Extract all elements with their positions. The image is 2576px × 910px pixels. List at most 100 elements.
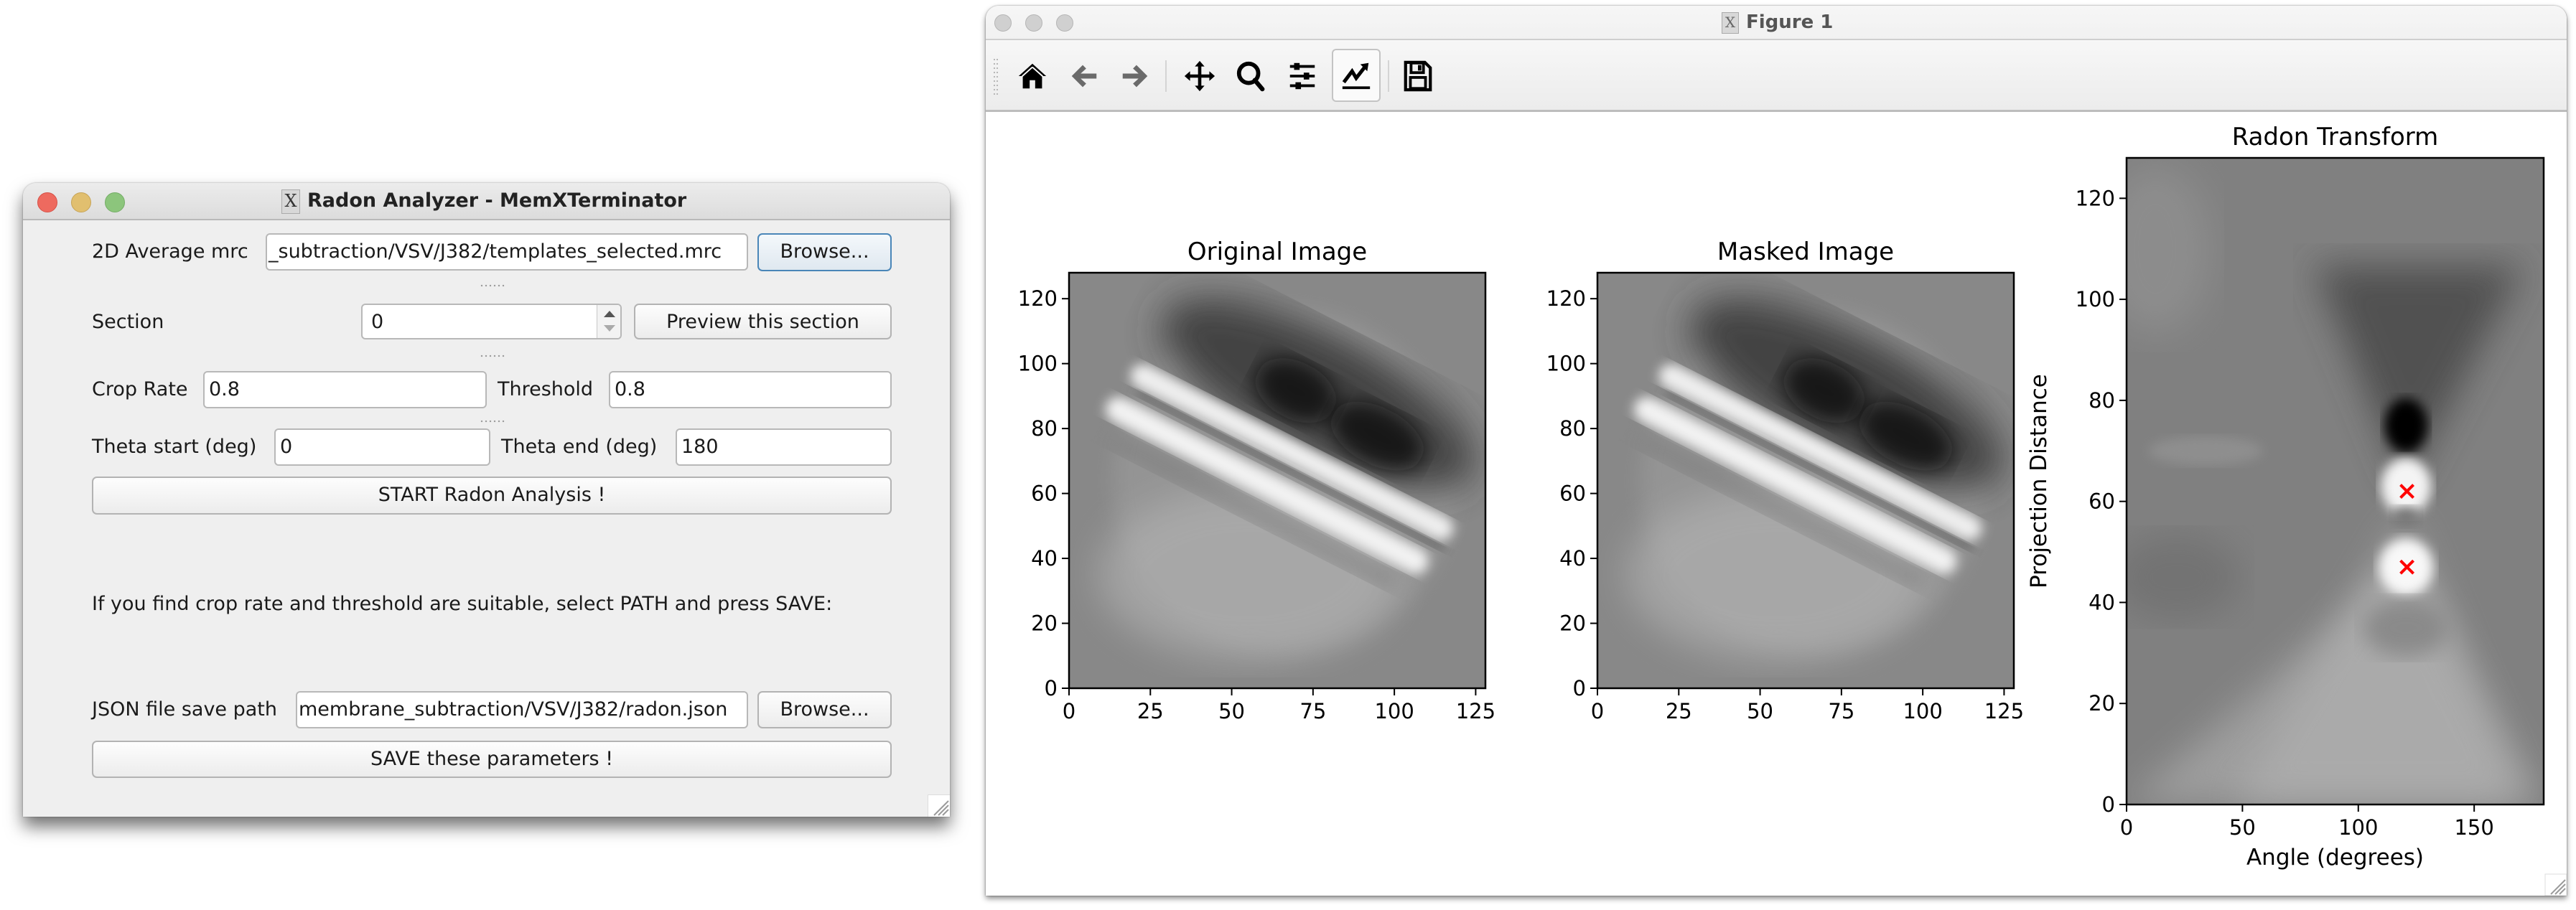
window-title-text: Radon Analyzer - MemXTerminator	[307, 189, 687, 212]
zoom-button[interactable]	[1056, 14, 1073, 32]
x-tick-label: 150	[2454, 815, 2493, 840]
close-button[interactable]	[37, 192, 57, 212]
crop-rate-input[interactable]: 0.8	[203, 371, 487, 408]
y-tick-label: 60	[1031, 482, 1058, 506]
x-tick-label: 0	[2120, 815, 2133, 840]
navigation-toolbar	[986, 40, 2567, 112]
splitter-handle[interactable]	[480, 284, 505, 287]
x11-app-icon: X	[281, 189, 300, 214]
theta-end-label: Theta end (deg)	[501, 436, 658, 458]
x-tick-label: 125	[1984, 699, 2024, 723]
axes-original-image[interactable]: Original Image 0 25 50 75 100 125 0 20 40 60 80 100 1…	[1018, 238, 1500, 723]
y-tick-label: 0	[1045, 676, 1058, 700]
resize-grip[interactable]	[928, 794, 950, 817]
x-tick-label: 50	[1747, 699, 1773, 723]
y-tick-label: 0	[2102, 792, 2115, 817]
spin-arrows[interactable]	[597, 305, 620, 338]
x-axis-label: Angle (degrees)	[2246, 845, 2424, 871]
figure-canvas[interactable]: Original Image 0 25 50 75 100 125 0 20 40 60 80 100 1…	[986, 112, 2567, 896]
chart-title: Radon Transform	[2232, 123, 2439, 151]
theta-start-input[interactable]: 0	[274, 428, 490, 466]
subplots-button[interactable]	[1284, 57, 1321, 95]
x-tick-label: 50	[1218, 699, 1245, 723]
x-tick-label: 100	[1903, 699, 1942, 723]
x-tick-label: 25	[1137, 699, 1164, 723]
image-data	[2127, 158, 2544, 805]
figure-title: X Figure 1	[1722, 6, 1833, 39]
preview-section-button[interactable]: Preview this section	[634, 304, 892, 339]
json-path-label: JSON file save path	[92, 698, 278, 721]
save-icon	[1404, 60, 1432, 92]
home-icon	[1018, 63, 1047, 89]
y-tick-label: 80	[1031, 416, 1058, 441]
y-tick-label: 20	[1559, 611, 1586, 636]
y-tick-label: 20	[1031, 611, 1058, 636]
y-tick-label: 80	[2089, 388, 2115, 413]
back-button[interactable]	[1065, 57, 1103, 95]
minimize-button[interactable]	[1025, 14, 1042, 32]
x-tick-label: 75	[1828, 699, 1854, 723]
start-radon-analysis-button[interactable]: START Radon Analysis !	[92, 477, 892, 515]
x-tick-label: 125	[1456, 699, 1495, 723]
spin-up-icon[interactable]	[604, 311, 615, 317]
x11-app-icon: X	[1722, 11, 1739, 34]
y-tick-label: 120	[1018, 286, 1058, 311]
theta-end-input[interactable]: 180	[676, 428, 892, 466]
json-path-input[interactable]: membrane_subtraction/VSV/J382/radon.json	[296, 691, 748, 728]
json-browse-button[interactable]: Browse...	[757, 691, 892, 728]
zoom-button[interactable]	[105, 192, 125, 212]
edit-curves-icon	[1342, 62, 1371, 90]
resize-grip[interactable]	[2544, 873, 2567, 896]
zoom-rect-button[interactable]	[1233, 57, 1270, 95]
edit-axes-button[interactable]	[1332, 49, 1381, 102]
y-tick-label: 120	[1546, 286, 1586, 311]
section-value: 0	[371, 311, 384, 333]
splitter-handle[interactable]	[480, 355, 505, 357]
threshold-label: Threshold	[498, 378, 594, 400]
mrc-label: 2D Average mrc	[92, 240, 248, 263]
y-tick-label: 40	[1559, 546, 1586, 571]
image-data	[1597, 261, 2028, 688]
threshold-input[interactable]: 0.8	[609, 371, 892, 408]
section-label: Section	[92, 311, 164, 333]
splitter-handle[interactable]	[480, 420, 505, 423]
radon-analyzer-window: X Radon Analyzer - MemXTerminator 2D Aver…	[23, 183, 950, 817]
y-tick-label: 0	[1573, 676, 1586, 700]
mrc-browse-button[interactable]: Browse...	[757, 233, 892, 271]
y-tick-label: 40	[2089, 590, 2115, 614]
image-data	[1069, 261, 1500, 688]
theta-start-label: Theta start (deg)	[92, 436, 257, 458]
y-tick-label: 20	[2089, 691, 2115, 716]
axes-masked-image[interactable]: Masked Image 0 25 50 75 100 125 0 20 40 60 80 100 120	[1546, 238, 2028, 723]
chart-title: Masked Image	[1717, 238, 1894, 266]
save-parameters-button[interactable]: SAVE these parameters !	[92, 741, 892, 778]
pan-button[interactable]	[1181, 57, 1218, 95]
toolbar-separator	[1388, 60, 1389, 92]
title-bar: X Radon Analyzer - MemXTerminator	[23, 183, 950, 220]
x-tick-label: 75	[1299, 699, 1326, 723]
x-tick-label: 100	[1374, 699, 1414, 723]
minimize-button[interactable]	[71, 192, 91, 212]
pan-icon	[1184, 60, 1215, 92]
y-tick-label: 100	[1018, 352, 1058, 376]
figure-window: X Figure 1 Original Image 0 25 50 75 100…	[986, 6, 2567, 896]
y-tick-label: 100	[2076, 287, 2115, 311]
x-tick-label: 0	[1591, 699, 1604, 723]
window-title: X Radon Analyzer - MemXTerminator	[281, 183, 686, 219]
y-tick-label: 60	[2089, 489, 2115, 514]
toolbar-drag-handle[interactable]	[993, 57, 999, 95]
close-button[interactable]	[994, 14, 1012, 32]
x-tick-label: 100	[2338, 815, 2378, 840]
spin-down-icon[interactable]	[604, 325, 615, 332]
subplots-icon	[1289, 62, 1315, 90]
save-figure-button[interactable]	[1399, 57, 1437, 95]
figure-title-bar: X Figure 1	[986, 6, 2567, 40]
home-button[interactable]	[1014, 57, 1051, 95]
x-tick-label: 50	[2229, 815, 2256, 840]
section-spinbox[interactable]: 0	[361, 304, 622, 339]
x-tick-label: 0	[1063, 699, 1075, 723]
figure-title-text: Figure 1	[1746, 11, 1834, 33]
mrc-path-input[interactable]: _subtraction/VSV/J382/templates_selected…	[266, 233, 748, 271]
forward-button[interactable]	[1116, 57, 1154, 95]
axes-radon-transform[interactable]: Radon Transform 0 50 100 150 0 20 40 60 80 100 120 A…	[2026, 123, 2545, 871]
